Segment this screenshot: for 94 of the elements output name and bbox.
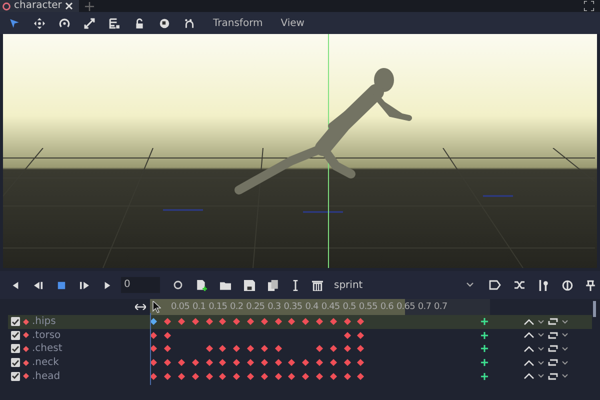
pin-icon[interactable]	[586, 280, 595, 290]
play-icon[interactable]	[103, 280, 112, 290]
key-diamond-icon	[23, 318, 29, 325]
track-row[interactable]: .neck	[8, 356, 592, 370]
track-name: .head	[32, 370, 60, 382]
playhead-line	[150, 313, 151, 385]
chevron-down-icon	[466, 282, 474, 288]
chevron-down-icon[interactable]	[562, 374, 568, 378]
track-name: .neck	[32, 357, 59, 368]
move-icon[interactable]	[34, 18, 45, 28]
track-name: .torso	[32, 330, 61, 341]
time-tick-label: 0.7	[434, 302, 448, 312]
track-row[interactable]: .hips	[8, 315, 592, 329]
time-tick-label: 0.1	[192, 302, 206, 312]
stop-icon[interactable]	[57, 280, 66, 290]
key-diamond-icon	[23, 346, 29, 352]
folder-icon[interactable]	[220, 280, 231, 290]
time-tick-label: 0.3	[268, 302, 281, 312]
key-diamond-icon	[23, 332, 29, 338]
time-tick-label: 0.2	[230, 302, 244, 312]
time-tick-label: 0.6	[380, 302, 394, 312]
spinner-icon[interactable]	[173, 280, 183, 290]
trash-icon[interactable]	[312, 280, 323, 290]
loop-icon[interactable]	[548, 345, 558, 352]
group-icon[interactable]	[159, 18, 170, 28]
duplicate-icon[interactable]	[268, 280, 279, 290]
time-tick-label: 0.65	[396, 302, 415, 312]
chevron-down-icon[interactable]	[538, 333, 544, 338]
mouse-pointer-icon	[152, 301, 161, 313]
add-tab-icon[interactable]	[84, 2, 94, 10]
time-tick-label: 0.7	[418, 302, 432, 312]
loop-icon[interactable]	[548, 372, 558, 380]
time-tick-label: 0.4	[305, 302, 318, 312]
select-arrow-icon[interactable]	[9, 18, 20, 28]
checkbox[interactable]	[11, 317, 20, 326]
resize-arrows-icon[interactable]	[135, 304, 146, 310]
animation-name: sprint	[334, 280, 363, 290]
chevron-down-icon[interactable]	[538, 346, 544, 351]
scale-icon[interactable]	[84, 18, 95, 28]
rotate-icon[interactable]	[59, 18, 70, 28]
close-icon[interactable]	[64, 2, 73, 10]
add-key-icon[interactable]	[481, 345, 488, 352]
frame-field[interactable]: 0	[121, 277, 160, 293]
time-tick-label: 0.35	[284, 302, 302, 312]
circle-icon	[2, 2, 11, 10]
track-row[interactable]: .head	[8, 369, 592, 383]
key-diamond-icon	[23, 360, 29, 366]
time-tick-label: 0.05	[171, 302, 190, 312]
lock-icon[interactable]	[134, 18, 145, 28]
step-back-icon[interactable]	[33, 280, 44, 290]
time-tick-label: 0.5	[342, 302, 356, 312]
add-key-icon[interactable]	[481, 332, 488, 339]
checkbox[interactable]	[11, 358, 20, 368]
chevron-down-icon[interactable]	[562, 333, 568, 338]
tab-label: character	[14, 0, 62, 12]
chevron-down-icon[interactable]	[562, 360, 568, 365]
text-cursor-icon[interactable]	[292, 280, 299, 290]
save-icon[interactable]	[244, 280, 255, 290]
3d-viewport[interactable]	[3, 34, 597, 268]
track-name: .hips	[32, 316, 56, 328]
list-icon[interactable]	[109, 18, 120, 28]
play-backwards-icon[interactable]	[11, 280, 20, 290]
checkbox[interactable]	[11, 344, 20, 354]
chevron-down-icon[interactable]	[562, 320, 568, 324]
chevron-down-icon[interactable]	[538, 360, 544, 365]
animation-dropdown[interactable]: sprint	[330, 277, 476, 293]
menu-button[interactable]: Transform	[213, 18, 263, 28]
scene-tab[interactable]: character	[0, 0, 79, 12]
time-tick-label: 0.55	[358, 302, 378, 312]
checkbox[interactable]	[11, 372, 20, 381]
time-tick-label: 0.25	[246, 302, 265, 312]
step-forward-icon[interactable]	[79, 280, 90, 290]
chevron-down-icon[interactable]	[538, 374, 544, 378]
time-tick-label: 0.15	[208, 302, 228, 312]
loop-icon[interactable]	[548, 359, 558, 366]
tag-icon[interactable]	[489, 280, 501, 290]
track-row[interactable]: .torso	[8, 328, 592, 342]
menu-button[interactable]: View	[280, 18, 304, 28]
fullscreen-icon[interactable]	[584, 1, 594, 11]
time-ruler[interactable]: 0.05 0.1 0.15 0.2 0.25 0.3 0.35 0.4 0.45 0.5 0.55 0.6 0.65 0.7 0.7	[150, 299, 490, 315]
track-row[interactable]: .chest	[8, 342, 592, 356]
loop-icon[interactable]	[548, 332, 558, 339]
shuffle-icon[interactable]	[514, 280, 525, 290]
loop-icon[interactable]	[548, 318, 558, 326]
track-name: .chest	[32, 343, 62, 354]
chevron-down-icon[interactable]	[538, 320, 544, 324]
add-key-icon[interactable]	[481, 318, 488, 326]
add-key-icon[interactable]	[481, 359, 488, 366]
chevron-down-icon[interactable]	[562, 346, 568, 351]
key-diamond-icon	[23, 373, 29, 380]
new-file-icon[interactable]	[196, 280, 207, 290]
time-tick-label: 0.45	[321, 302, 340, 312]
add-key-icon[interactable]	[481, 372, 488, 380]
checkbox[interactable]	[11, 330, 20, 340]
